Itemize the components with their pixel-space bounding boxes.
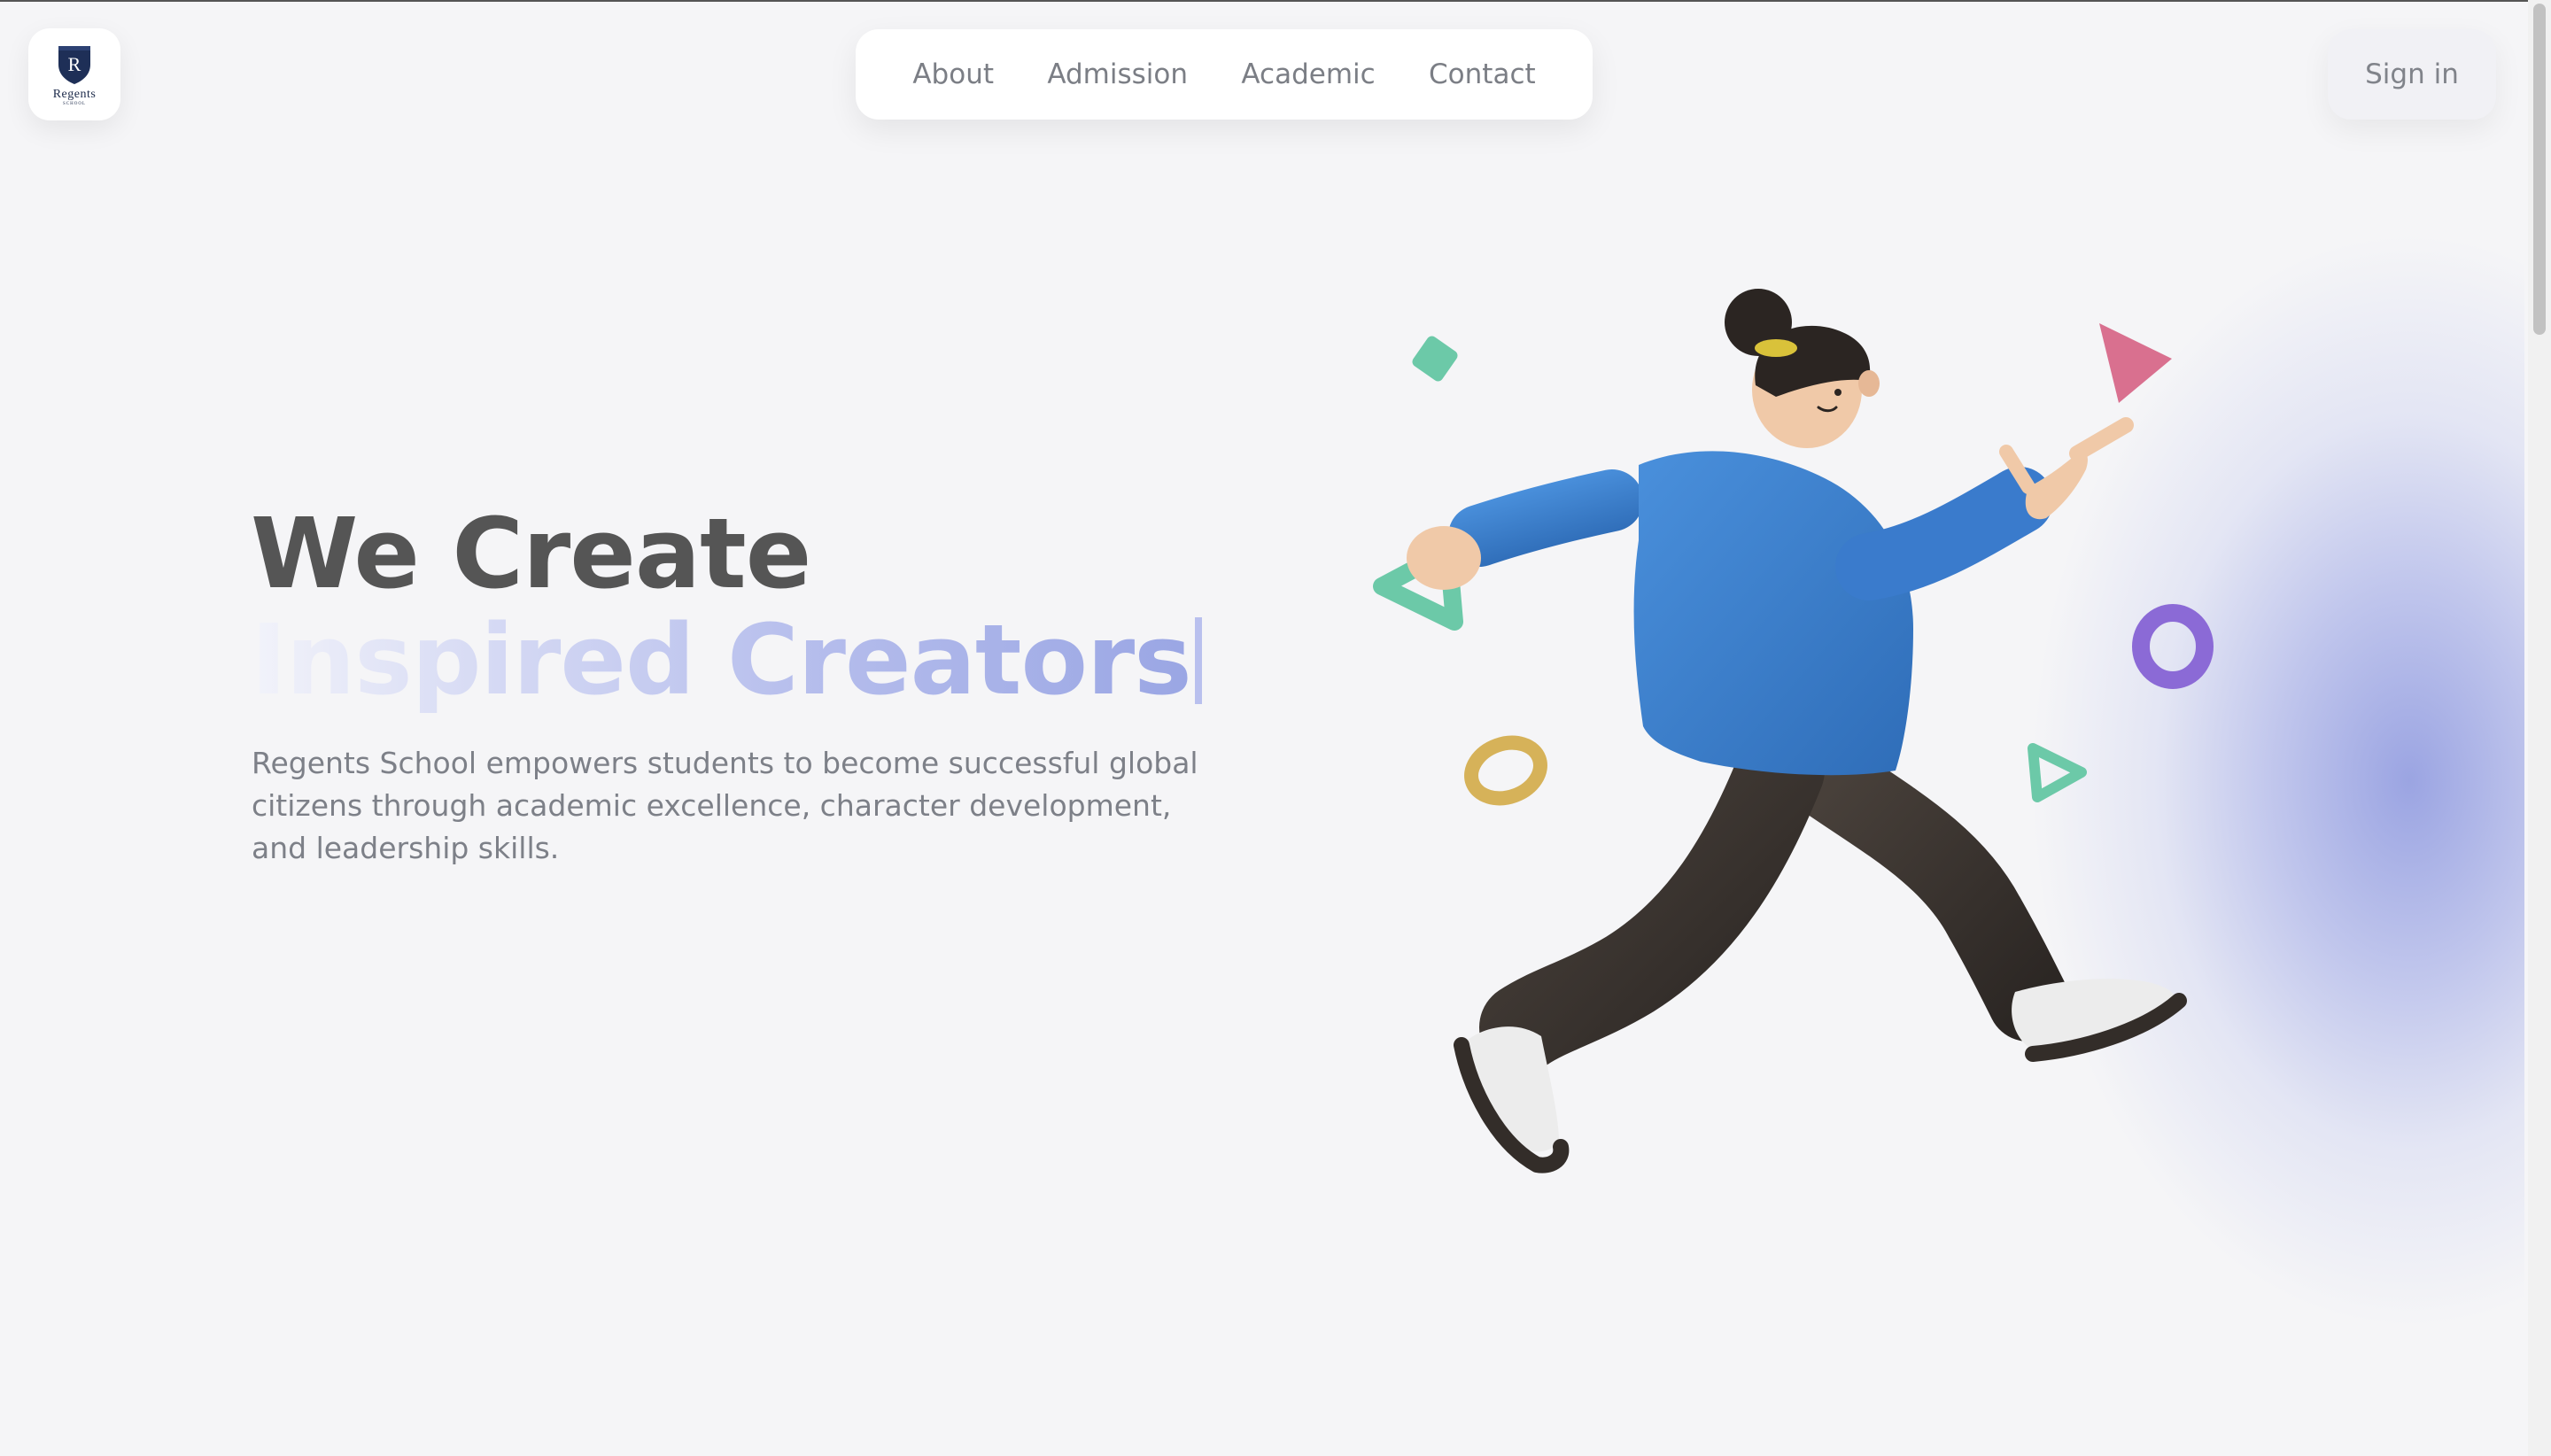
ear <box>1858 370 1880 397</box>
nav-admission[interactable]: Admission <box>1035 51 1200 97</box>
signin-button[interactable]: Sign in <box>2328 29 2496 120</box>
hero-heading-line2: Inspired Creators <box>251 603 1192 716</box>
crest-letter: R <box>68 53 81 75</box>
hero-heading: We Create Inspired Creators <box>251 500 1202 713</box>
front-leg <box>1479 726 1825 1072</box>
school-logo[interactable]: R Regents SCHOOL <box>28 28 120 120</box>
hero-description: Regents School empowers students to beco… <box>252 746 1198 865</box>
pointing-finger <box>2069 417 2134 461</box>
logo-text: Regents <box>52 87 97 101</box>
logo-subtext: SCHOOL <box>62 101 86 106</box>
green-triangle-shape-right <box>2028 743 2087 802</box>
pink-triangle-shape <box>2099 323 2172 403</box>
back-leg <box>1775 730 2069 1042</box>
hero-heading-line1: We Create <box>251 497 811 610</box>
window-top-border <box>0 0 2551 2</box>
gold-ring-shape <box>1464 735 1547 806</box>
torso-sweater <box>1633 451 1913 776</box>
nav-about[interactable]: About <box>900 51 1006 97</box>
page-scrollbar[interactable] <box>2528 0 2551 1456</box>
front-arm <box>1835 467 2053 600</box>
purple-ring-shape <box>2132 604 2214 689</box>
nav-academic[interactable]: Academic <box>1229 51 1387 97</box>
scrollbar-thumb[interactable] <box>2533 4 2546 335</box>
crest-icon: R <box>58 45 90 84</box>
eye <box>1834 389 1842 396</box>
typing-cursor <box>1194 617 1202 704</box>
main-navigation: About Admission Academic Contact <box>856 29 1593 120</box>
back-fist <box>1407 526 1481 590</box>
hair-tie <box>1755 339 1797 357</box>
green-cube-shape <box>1412 336 1458 382</box>
running-student-illustration <box>1373 289 2214 1173</box>
nav-contact[interactable]: Contact <box>1416 51 1548 97</box>
back-arm <box>1448 469 1643 567</box>
